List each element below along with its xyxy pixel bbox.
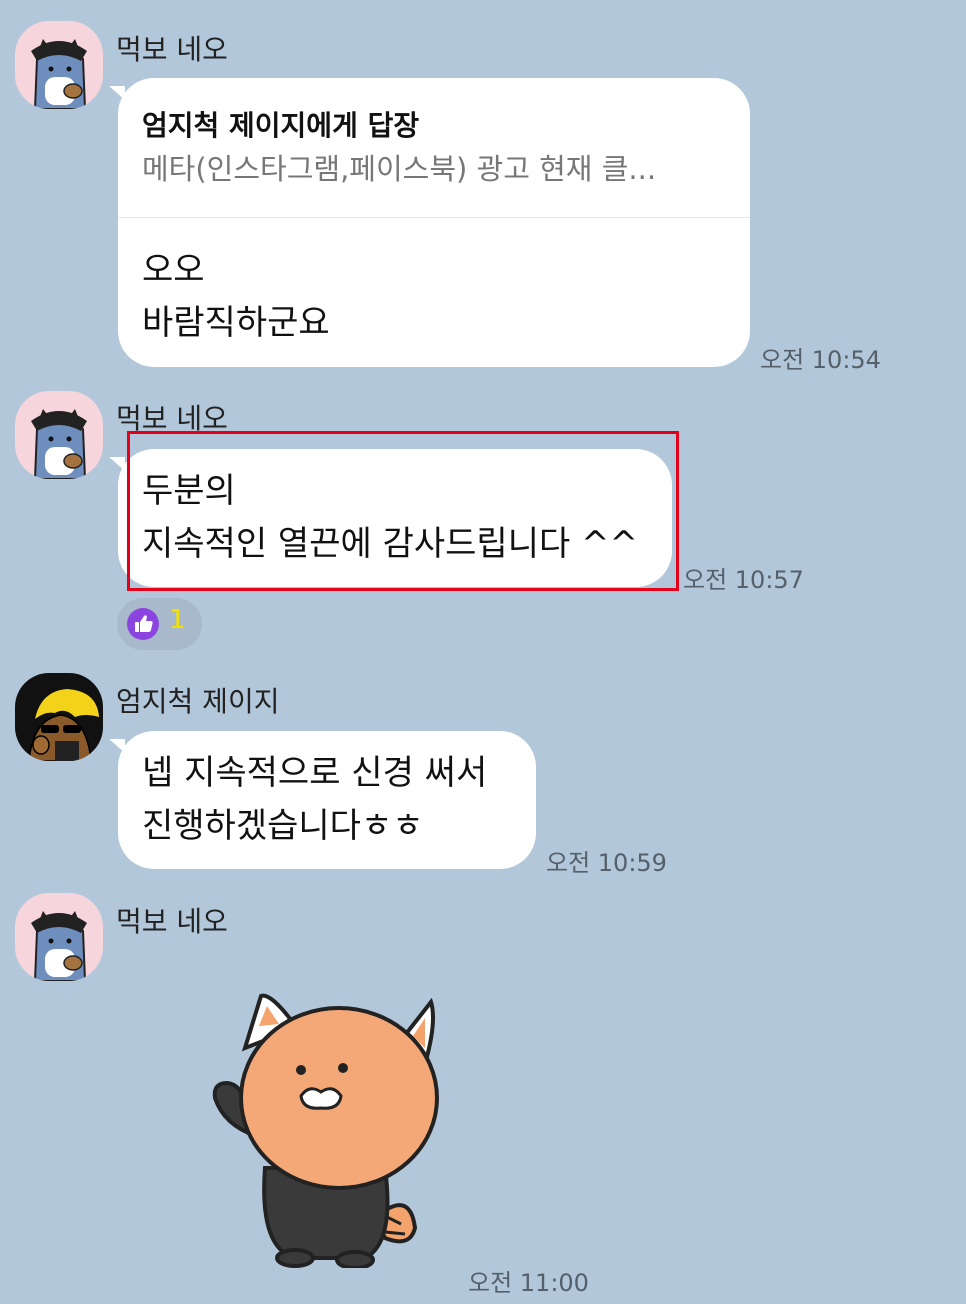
- message-line: 진행하겠습니다ㅎㅎ: [142, 806, 424, 846]
- sender-name: 엄지척 제이지: [116, 685, 280, 718]
- thumbs-up-icon: [127, 608, 159, 640]
- reply-target-label: 엄지척 제이지에게 답장: [142, 109, 420, 142]
- avatar-neo[interactable]: [15, 21, 103, 109]
- message-time: 오전 10:57: [683, 566, 804, 594]
- bubble-tail: [109, 739, 125, 753]
- avatar-neo[interactable]: [15, 893, 103, 981]
- message-line: 오오: [142, 250, 205, 290]
- waving-cat-sticker-icon: [212, 993, 439, 1270]
- bubble-tail: [109, 86, 125, 100]
- neo-cat-avatar-icon: [15, 21, 103, 109]
- reaction-badge[interactable]: 1: [117, 598, 202, 650]
- avatar-jayg[interactable]: [15, 673, 103, 761]
- message-text: 오오 바람직하군요: [118, 218, 750, 350]
- reply-preview[interactable]: 엄지척 제이지에게 답장 메타(인스타그램,페이스북) 광고 현재 클...: [118, 78, 750, 218]
- neo-cat-avatar-icon: [15, 893, 103, 981]
- bubble-tail: [109, 457, 125, 471]
- reply-message-bubble[interactable]: 엄지척 제이지에게 답장 메타(인스타그램,페이스북) 광고 현재 클... 오…: [109, 78, 750, 367]
- message-line: 넵 지속적으로 신경 써서: [142, 753, 488, 793]
- reaction-count: 1: [169, 605, 186, 635]
- avatar-neo[interactable]: [15, 391, 103, 479]
- message-line: 바람직하군요: [142, 303, 330, 343]
- message-time: 오전 10:59: [546, 849, 667, 877]
- message-bubble[interactable]: 넵 지속적으로 신경 써서 진행하겠습니다ㅎㅎ: [109, 731, 536, 869]
- sender-name: 먹보 네오: [116, 905, 228, 938]
- neo-cat-avatar-icon: [15, 391, 103, 479]
- message-time: 오전 10:54: [760, 346, 881, 374]
- jayg-avatar-icon: [15, 673, 103, 761]
- sender-name: 먹보 네오: [116, 33, 228, 66]
- message-time: 오전 11:00: [468, 1269, 589, 1297]
- waving-cat-sticker[interactable]: [205, 988, 445, 1270]
- reply-quote-text: 메타(인스타그램,페이스북) 광고 현재 클...: [142, 152, 657, 186]
- highlight-box: [127, 431, 679, 591]
